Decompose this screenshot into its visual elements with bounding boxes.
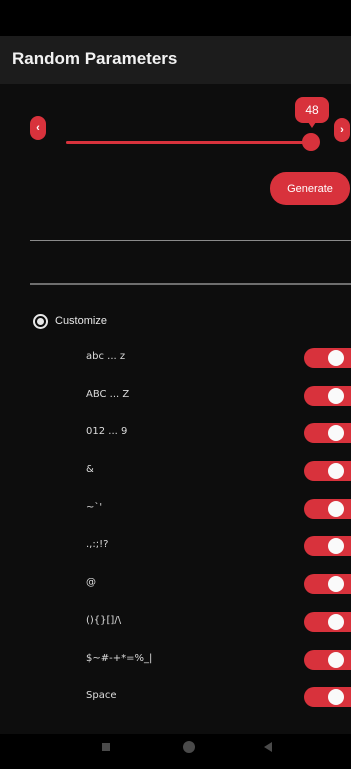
option-label-digits: 012 ... 9: [86, 426, 128, 437]
option-label-uppercase: ABC ... Z: [86, 389, 130, 400]
option-row: 012 ... 9: [0, 423, 351, 443]
toggle-knob: [328, 463, 344, 479]
option-row: @: [0, 574, 351, 594]
toggle-knob: [328, 689, 344, 705]
toggle-knob: [328, 388, 344, 404]
option-row: abc ... z: [0, 348, 351, 368]
option-row: &: [0, 461, 351, 481]
status-bar: [0, 0, 351, 36]
system-nav-bar: [0, 734, 351, 769]
toggle-space[interactable]: [304, 687, 351, 707]
square-icon[interactable]: [102, 743, 110, 751]
divider: [30, 240, 351, 241]
toggle-knob: [328, 652, 344, 668]
option-label-symbols: $~#-+*=%_|: [86, 653, 153, 664]
option-row: $~#-+*=%_|: [0, 650, 351, 670]
customize-radio[interactable]: [33, 314, 48, 329]
toggle-punctuation[interactable]: [304, 536, 351, 556]
divider: [30, 283, 351, 285]
increase-length-button[interactable]: ›: [334, 118, 350, 142]
toggle-knob: [328, 350, 344, 366]
chevron-right-icon: ›: [340, 123, 344, 136]
back-triangle-icon[interactable]: [264, 742, 272, 752]
option-row: .,:;!?: [0, 536, 351, 556]
toggle-quotes[interactable]: [304, 499, 351, 519]
toggle-knob: [328, 614, 344, 630]
decrease-length-button[interactable]: ‹: [30, 116, 46, 140]
toggle-knob: [328, 576, 344, 592]
generate-button[interactable]: Generate: [270, 172, 350, 205]
option-label-space: Space: [86, 690, 117, 701]
toggle-lowercase[interactable]: [304, 348, 351, 368]
option-label-at: @: [86, 577, 96, 588]
toggle-symbols[interactable]: [304, 650, 351, 670]
option-label-quotes: ~`': [86, 502, 103, 513]
slider-thumb[interactable]: [302, 133, 320, 151]
toggle-uppercase[interactable]: [304, 386, 351, 406]
toggle-knob: [328, 538, 344, 554]
chevron-left-icon: ‹: [36, 121, 40, 134]
toggle-knob: [328, 501, 344, 517]
toggle-brackets[interactable]: [304, 612, 351, 632]
option-label-brackets: (){}[]/\: [86, 615, 122, 626]
toggle-ampersand[interactable]: [304, 461, 351, 481]
page-title: Random Parameters: [12, 49, 178, 68]
option-row: ~`': [0, 499, 351, 519]
toggle-digits[interactable]: [304, 423, 351, 443]
option-label-lowercase: abc ... z: [86, 351, 126, 362]
circle-icon[interactable]: [183, 741, 195, 753]
option-label-punctuation: .,:;!?: [86, 539, 109, 550]
customize-label[interactable]: Customize: [55, 315, 107, 327]
toggle-knob: [328, 425, 344, 441]
toggle-at[interactable]: [304, 574, 351, 594]
slider-fill: [66, 141, 311, 144]
slider-value-label: 48: [295, 97, 329, 128]
app-bar: Random Parameters: [0, 36, 351, 84]
option-row: (){}[]/\: [0, 612, 351, 632]
option-row: ABC ... Z: [0, 386, 351, 406]
option-label-ampersand: &: [86, 464, 94, 475]
length-slider[interactable]: [66, 133, 320, 151]
option-row: Space: [0, 687, 351, 707]
